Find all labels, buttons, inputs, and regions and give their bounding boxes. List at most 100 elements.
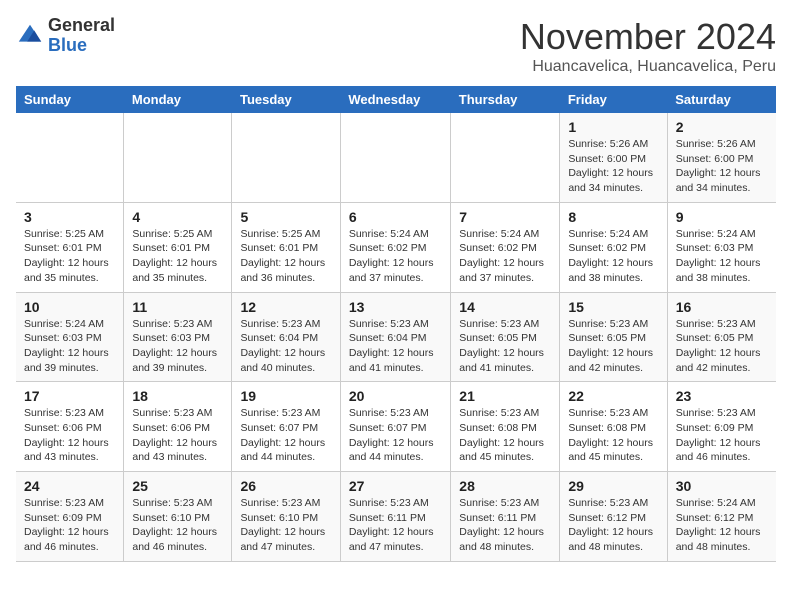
day-info: Sunrise: 5:24 AMSunset: 6:02 PMDaylight:… [349, 227, 442, 286]
logo-blue: Blue [48, 36, 115, 56]
day-number: 29 [568, 478, 658, 494]
day-number: 5 [240, 209, 331, 225]
day-number: 10 [24, 299, 115, 315]
calendar-header: SundayMondayTuesdayWednesdayThursdayFrid… [16, 86, 776, 113]
calendar-cell: 26Sunrise: 5:23 AMSunset: 6:10 PMDayligh… [232, 472, 340, 562]
calendar-cell: 24 Sunrise: 5:23 AMSunset: 6:09 PMDayligh… [16, 472, 124, 562]
calendar-cell: 12Sunrise: 5:23 AMSunset: 6:04 PMDayligh… [232, 292, 340, 382]
day-number: 24 [24, 478, 115, 494]
location-subtitle: Huancavelica, Huancavelica, Peru [520, 58, 776, 76]
day-number: 18 [132, 388, 223, 404]
day-info: Sunrise: 5:23 AMSunset: 6:06 PMDaylight:… [132, 406, 223, 465]
calendar-cell: 6Sunrise: 5:24 AMSunset: 6:02 PMDaylight… [340, 202, 450, 292]
calendar-cell: 29Sunrise: 5:23 AMSunset: 6:12 PMDayligh… [560, 472, 667, 562]
day-number: 2 [676, 119, 768, 135]
header-day-sunday: Sunday [16, 86, 124, 113]
day-info: Sunrise: 5:23 AMSunset: 6:07 PMDaylight:… [240, 406, 331, 465]
calendar-week-2: 3 Sunrise: 5:25 AMSunset: 6:01 PMDaylight… [16, 202, 776, 292]
day-info: Sunrise: 5:24 AMSunset: 6:02 PMDaylight:… [568, 227, 658, 286]
day-number: 1 [568, 119, 658, 135]
header-day-wednesday: Wednesday [340, 86, 450, 113]
day-info: Sunrise: 5:23 AMSunset: 6:08 PMDaylight:… [568, 406, 658, 465]
day-number: 30 [676, 478, 768, 494]
day-info: Sunrise: 5:23 AMSunset: 6:04 PMDaylight:… [349, 317, 442, 376]
calendar-cell: 7Sunrise: 5:24 AMSunset: 6:02 PMDaylight… [451, 202, 560, 292]
day-info: Sunrise: 5:23 AMSunset: 6:10 PMDaylight:… [132, 496, 223, 555]
logo-general: General [48, 16, 115, 36]
calendar-cell: 13 Sunrise: 5:23 AMSunset: 6:04 PMDayligh… [340, 292, 450, 382]
day-info: Sunrise: 5:23 AMSunset: 6:03 PMDaylight:… [132, 317, 223, 376]
calendar-cell [232, 113, 340, 202]
calendar-week-3: 10 Sunrise: 5:24 AMSunset: 6:03 PMDayligh… [16, 292, 776, 382]
calendar-cell: 10 Sunrise: 5:24 AMSunset: 6:03 PMDayligh… [16, 292, 124, 382]
day-number: 8 [568, 209, 658, 225]
calendar-cell [451, 113, 560, 202]
header-day-tuesday: Tuesday [232, 86, 340, 113]
day-number: 25 [132, 478, 223, 494]
day-number: 19 [240, 388, 331, 404]
calendar-cell: 5Sunrise: 5:25 AMSunset: 6:01 PMDaylight… [232, 202, 340, 292]
day-number: 13 [349, 299, 442, 315]
page-header: General Blue November 2024 Huancavelica,… [16, 16, 776, 76]
day-info: Sunrise: 5:26 AMSunset: 6:00 PMDaylight:… [676, 137, 768, 196]
day-number: 4 [132, 209, 223, 225]
day-number: 16 [676, 299, 768, 315]
calendar-cell: 25 Sunrise: 5:23 AMSunset: 6:10 PMDayligh… [124, 472, 232, 562]
calendar-cell: 3 Sunrise: 5:25 AMSunset: 6:01 PMDaylight… [16, 202, 124, 292]
day-number: 23 [676, 388, 768, 404]
calendar-body: 1 Sunrise: 5:26 AMSunset: 6:00 PMDaylight… [16, 113, 776, 561]
calendar-cell: 11Sunrise: 5:23 AMSunset: 6:03 PMDayligh… [124, 292, 232, 382]
day-info: Sunrise: 5:23 AMSunset: 6:05 PMDaylight:… [568, 317, 658, 376]
calendar-cell: 28Sunrise: 5:23 AMSunset: 6:11 PMDayligh… [451, 472, 560, 562]
day-info: Sunrise: 5:23 AMSunset: 6:05 PMDaylight:… [459, 317, 551, 376]
calendar-cell: 8 Sunrise: 5:24 AMSunset: 6:02 PMDaylight… [560, 202, 667, 292]
calendar-cell: 27Sunrise: 5:23 AMSunset: 6:11 PMDayligh… [340, 472, 450, 562]
calendar-cell: 1 Sunrise: 5:26 AMSunset: 6:00 PMDaylight… [560, 113, 667, 202]
day-info: Sunrise: 5:23 AMSunset: 6:08 PMDaylight:… [459, 406, 551, 465]
day-info: Sunrise: 5:25 AMSunset: 6:01 PMDaylight:… [24, 227, 115, 286]
calendar-cell: 9Sunrise: 5:24 AMSunset: 6:03 PMDaylight… [667, 202, 776, 292]
day-info: Sunrise: 5:25 AMSunset: 6:01 PMDaylight:… [132, 227, 223, 286]
header-row: SundayMondayTuesdayWednesdayThursdayFrid… [16, 86, 776, 113]
day-number: 21 [459, 388, 551, 404]
calendar-cell: 19 Sunrise: 5:23 AMSunset: 6:07 PMDayligh… [232, 382, 340, 472]
calendar-cell [124, 113, 232, 202]
calendar-cell: 22 Sunrise: 5:23 AMSunset: 6:08 PMDayligh… [560, 382, 667, 472]
day-info: Sunrise: 5:23 AMSunset: 6:06 PMDaylight:… [24, 406, 115, 465]
day-info: Sunrise: 5:23 AMSunset: 6:04 PMDaylight:… [240, 317, 331, 376]
calendar-cell [340, 113, 450, 202]
calendar-cell: 30 Sunrise: 5:24 AMSunset: 6:12 PMDayligh… [667, 472, 776, 562]
header-day-monday: Monday [124, 86, 232, 113]
day-number: 3 [24, 209, 115, 225]
calendar-cell: 20Sunrise: 5:23 AMSunset: 6:07 PMDayligh… [340, 382, 450, 472]
calendar-cell: 18 Sunrise: 5:23 AMSunset: 6:06 PMDayligh… [124, 382, 232, 472]
header-day-thursday: Thursday [451, 86, 560, 113]
day-info: Sunrise: 5:23 AMSunset: 6:07 PMDaylight:… [349, 406, 442, 465]
day-info: Sunrise: 5:24 AMSunset: 6:12 PMDaylight:… [676, 496, 768, 555]
day-info: Sunrise: 5:23 AMSunset: 6:11 PMDaylight:… [349, 496, 442, 555]
day-info: Sunrise: 5:24 AMSunset: 6:03 PMDaylight:… [24, 317, 115, 376]
day-number: 17 [24, 388, 115, 404]
header-day-saturday: Saturday [667, 86, 776, 113]
logo-text: General Blue [48, 16, 115, 56]
calendar-cell: 16 Sunrise: 5:23 AMSunset: 6:05 PMDayligh… [667, 292, 776, 382]
calendar-cell: 4 Sunrise: 5:25 AMSunset: 6:01 PMDaylight… [124, 202, 232, 292]
month-title: November 2024 [520, 16, 776, 58]
calendar-cell: 2 Sunrise: 5:26 AMSunset: 6:00 PMDaylight… [667, 113, 776, 202]
calendar-week-5: 24 Sunrise: 5:23 AMSunset: 6:09 PMDayligh… [16, 472, 776, 562]
logo-icon [16, 22, 44, 50]
calendar-cell: 23 Sunrise: 5:23 AMSunset: 6:09 PMDayligh… [667, 382, 776, 472]
day-info: Sunrise: 5:23 AMSunset: 6:10 PMDaylight:… [240, 496, 331, 555]
day-number: 22 [568, 388, 658, 404]
day-info: Sunrise: 5:26 AMSunset: 6:00 PMDaylight:… [568, 137, 658, 196]
day-number: 14 [459, 299, 551, 315]
day-info: Sunrise: 5:23 AMSunset: 6:09 PMDaylight:… [676, 406, 768, 465]
day-info: Sunrise: 5:23 AMSunset: 6:05 PMDaylight:… [676, 317, 768, 376]
calendar-table: SundayMondayTuesdayWednesdayThursdayFrid… [16, 86, 776, 562]
day-info: Sunrise: 5:23 AMSunset: 6:09 PMDaylight:… [24, 496, 115, 555]
logo: General Blue [16, 16, 115, 56]
day-info: Sunrise: 5:23 AMSunset: 6:11 PMDaylight:… [459, 496, 551, 555]
calendar-cell: 21 Sunrise: 5:23 AMSunset: 6:08 PMDayligh… [451, 382, 560, 472]
day-number: 15 [568, 299, 658, 315]
calendar-cell: 17 Sunrise: 5:23 AMSunset: 6:06 PMDayligh… [16, 382, 124, 472]
